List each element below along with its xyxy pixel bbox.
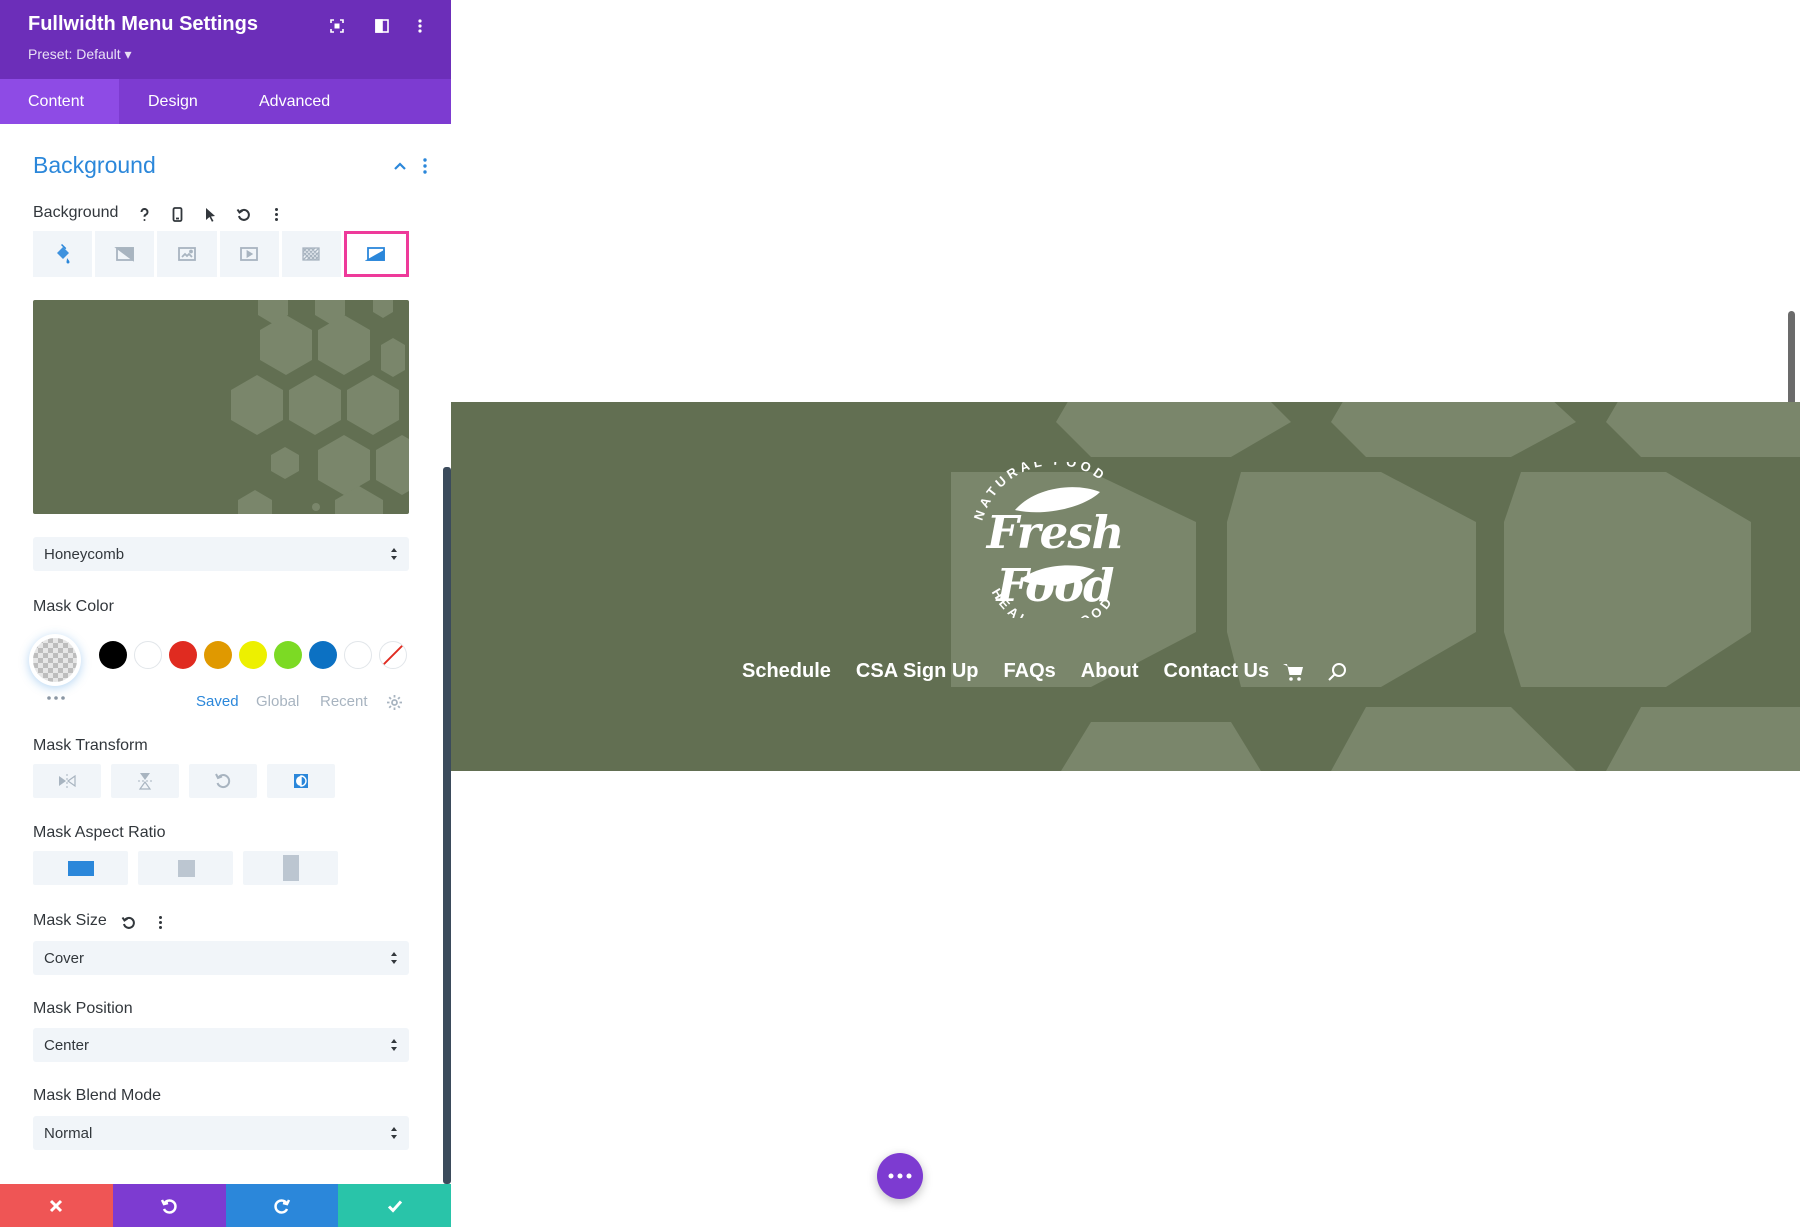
swatch-black[interactable] xyxy=(99,641,127,669)
reset-icon[interactable] xyxy=(232,203,254,225)
select-arrows-icon xyxy=(391,1039,397,1051)
tab-advanced[interactable]: Advanced xyxy=(229,79,359,124)
mask-blend-value: Normal xyxy=(44,1124,93,1142)
chevron-up-icon[interactable] xyxy=(389,155,411,177)
gear-icon[interactable] xyxy=(386,694,403,711)
swatch-red[interactable] xyxy=(169,641,197,669)
swatch-blue[interactable] xyxy=(309,641,337,669)
select-arrows-icon xyxy=(391,1127,397,1139)
honeycomb-pattern xyxy=(231,300,409,514)
color-tab-global[interactable]: Global xyxy=(256,693,299,710)
page-canvas: NATURAL FOOD HEALTHY FOOD Fresh Food Sch… xyxy=(451,0,1800,1227)
mask-size-value: Cover xyxy=(44,949,85,967)
mask-size-label: Mask Size xyxy=(33,912,107,929)
section-options-icon[interactable] xyxy=(417,155,433,177)
panel-body: Background Background Honeycomb Mask Col… xyxy=(0,124,451,1184)
discard-button[interactable] xyxy=(0,1184,113,1227)
color-picker-preview[interactable] xyxy=(29,634,81,686)
mask-color-label: Mask Color xyxy=(33,598,114,615)
nav-item-faqs[interactable]: FAQs xyxy=(1004,660,1056,683)
swatch-orange[interactable] xyxy=(204,641,232,669)
panel-footer xyxy=(0,1184,451,1227)
mask-style-select[interactable]: Honeycomb xyxy=(33,537,409,571)
mask-blend-label: Mask Blend Mode xyxy=(33,1087,162,1104)
preset-dropdown[interactable]: Preset: Default ▾ xyxy=(28,46,132,63)
hover-cursor-icon[interactable] xyxy=(199,203,221,225)
fullwidth-menu-section[interactable]: NATURAL FOOD HEALTHY FOOD Fresh Food Sch… xyxy=(451,402,1800,771)
invert-icon[interactable] xyxy=(267,764,335,798)
help-icon[interactable] xyxy=(133,203,155,225)
portrait-icon[interactable] xyxy=(243,851,338,885)
mask-position-select[interactable]: Center xyxy=(33,1028,409,1062)
color-tab-saved[interactable]: Saved xyxy=(196,693,239,710)
mask-position-value: Center xyxy=(44,1036,90,1054)
rotate-icon[interactable] xyxy=(189,764,257,798)
settings-tabs: Content Design Advanced xyxy=(0,79,451,124)
app-window: Fullwidth Menu Settings Preset: Default … xyxy=(0,0,1800,1227)
tab-design[interactable]: Design xyxy=(119,79,229,124)
panel-title: Fullwidth Menu Settings xyxy=(28,13,258,35)
search-icon[interactable] xyxy=(1326,661,1348,683)
bg-image-tab[interactable] xyxy=(157,231,217,277)
mask-size-options-icon[interactable] xyxy=(149,911,171,933)
mask-aspect-group xyxy=(33,851,338,885)
background-options-icon[interactable] xyxy=(265,203,287,225)
save-button[interactable] xyxy=(338,1184,451,1227)
site-logo[interactable]: NATURAL FOOD HEALTHY FOOD Fresh Food xyxy=(945,462,1165,618)
swatch-white-2[interactable] xyxy=(344,641,372,669)
split-view-icon[interactable] xyxy=(370,14,394,38)
panel-scrollbar[interactable] xyxy=(443,467,451,1184)
builder-options-button[interactable] xyxy=(877,1153,923,1199)
bg-gradient-tab[interactable] xyxy=(95,231,155,277)
background-type-selector xyxy=(33,231,410,277)
select-arrows-icon xyxy=(391,952,397,964)
mask-aspect-label: Mask Aspect Ratio xyxy=(33,824,166,841)
no-color-icon[interactable] xyxy=(379,641,407,669)
bg-pattern-tab[interactable] xyxy=(281,231,341,277)
reset-icon[interactable] xyxy=(117,911,139,933)
background-label: Background xyxy=(33,204,119,221)
bg-color-tab[interactable] xyxy=(33,231,93,277)
panel-header: Fullwidth Menu Settings Preset: Default … xyxy=(0,0,451,79)
mask-size-select[interactable]: Cover xyxy=(33,941,409,975)
nav-item-csa-sign-up[interactable]: CSA Sign Up xyxy=(856,660,979,683)
bg-video-tab[interactable] xyxy=(219,231,279,277)
main-nav: Schedule CSA Sign Up FAQs About Contact … xyxy=(742,660,1348,683)
tab-content[interactable]: Content xyxy=(0,79,119,124)
flip-horizontal-icon[interactable] xyxy=(33,764,101,798)
square-icon[interactable] xyxy=(138,851,233,885)
settings-panel: Fullwidth Menu Settings Preset: Default … xyxy=(0,0,451,1227)
expand-icon[interactable] xyxy=(325,14,349,38)
mask-blend-select[interactable]: Normal xyxy=(33,1116,409,1150)
mobile-icon[interactable] xyxy=(166,203,188,225)
bg-mask-tab[interactable] xyxy=(343,231,410,277)
nav-item-schedule[interactable]: Schedule xyxy=(742,660,831,683)
select-arrows-icon xyxy=(391,548,397,560)
swatch-white[interactable] xyxy=(134,641,162,669)
flip-vertical-icon[interactable] xyxy=(111,764,179,798)
mask-position-label: Mask Position xyxy=(33,1000,133,1017)
nav-item-contact-us[interactable]: Contact Us xyxy=(1164,660,1270,683)
section-title[interactable]: Background xyxy=(33,152,156,179)
logo-wordmark: Fresh Food xyxy=(986,506,1125,612)
swatch-yellow[interactable] xyxy=(239,641,267,669)
undo-button[interactable] xyxy=(112,1184,226,1227)
more-horizontal-icon xyxy=(888,1173,912,1179)
mask-transform-label: Mask Transform xyxy=(33,737,148,754)
swatch-green[interactable] xyxy=(274,641,302,669)
mask-style-value: Honeycomb xyxy=(44,545,125,563)
cart-icon[interactable] xyxy=(1282,661,1304,683)
more-colors-icon[interactable] xyxy=(45,690,67,700)
more-options-icon[interactable] xyxy=(408,14,432,38)
color-tab-recent[interactable]: Recent xyxy=(320,693,368,710)
nav-item-about[interactable]: About xyxy=(1081,660,1139,683)
mask-preview xyxy=(33,300,409,514)
mask-transform-group xyxy=(33,764,335,798)
redo-button[interactable] xyxy=(225,1184,339,1227)
landscape-icon[interactable] xyxy=(33,851,128,885)
